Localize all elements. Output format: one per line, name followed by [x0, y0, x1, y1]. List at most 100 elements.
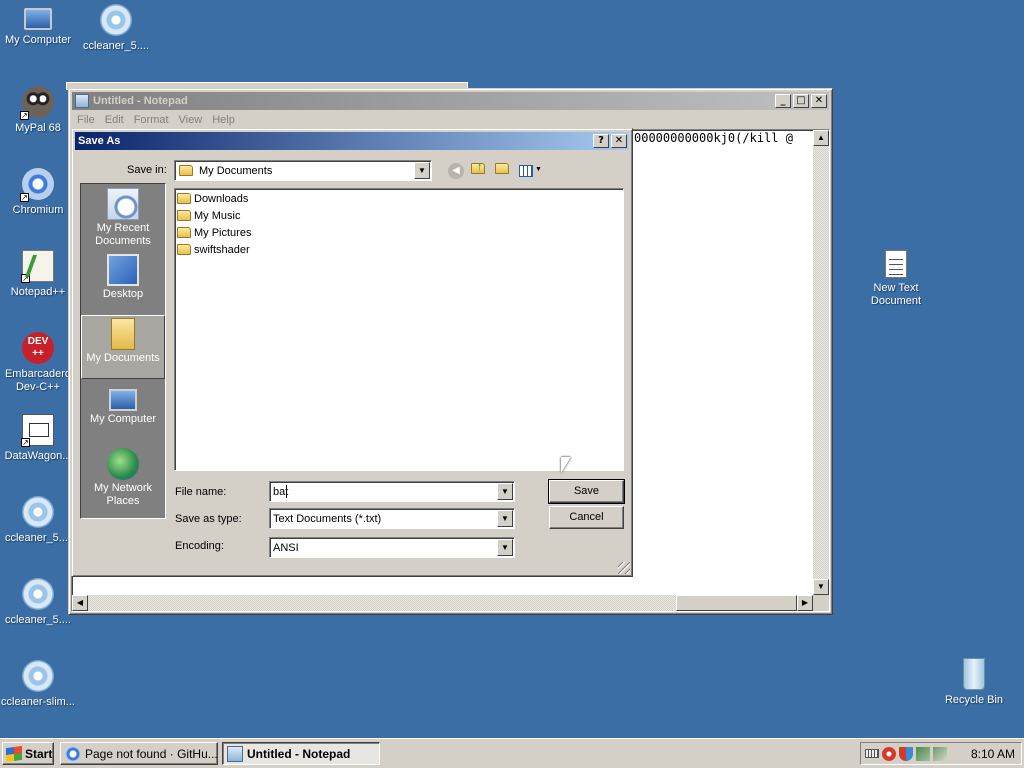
my-documents-icon: [111, 318, 135, 350]
file-name-field[interactable]: bat ▼: [269, 481, 515, 502]
encoding-dropdown[interactable]: ANSI ▼: [269, 537, 515, 558]
folder-icon: [179, 165, 193, 176]
chevron-down-icon: ▼: [535, 166, 542, 173]
chevron-down-icon[interactable]: ▼: [497, 539, 513, 556]
notepad-titlebar[interactable]: Untitled - Notepad _ □ ✕: [72, 92, 829, 110]
start-button[interactable]: Start: [2, 742, 54, 765]
desktop-icon-ccleaner-2[interactable]: ccleaner_5....: [0, 496, 76, 545]
scroll-right-button[interactable]: ▶: [797, 595, 813, 611]
ccleaner-tray-icon[interactable]: [882, 746, 896, 761]
resize-grip-icon[interactable]: [618, 562, 630, 574]
disc-installer-icon: [22, 660, 54, 692]
menu-format[interactable]: Format: [130, 114, 175, 126]
desktop-icon-datawagon[interactable]: ↗ DataWagon...: [0, 414, 76, 463]
menu-file[interactable]: File: [73, 114, 101, 126]
up-arrow-icon: ↑: [477, 161, 483, 173]
up-one-level-button[interactable]: ↑: [471, 161, 489, 179]
pictures-folder-icon: [177, 227, 191, 238]
menu-help[interactable]: Help: [208, 114, 241, 126]
network-icon[interactable]: [916, 746, 930, 761]
save-as-titlebar[interactable]: Save As ? ✕: [75, 132, 629, 150]
taskbar: Start Page not found · GitHu... Untitled…: [0, 738, 1024, 768]
view-menu-button[interactable]: ▼: [519, 163, 543, 179]
place-label: Desktop: [102, 288, 144, 300]
chevron-down-icon[interactable]: ▼: [497, 510, 513, 527]
desktop-icon-new-text-document[interactable]: New Text Document: [858, 250, 934, 308]
place-my-documents[interactable]: My Documents: [81, 315, 165, 379]
file-list[interactable]: Downloads My Music My Pictures swiftshad…: [174, 188, 624, 471]
save-as-type-label: Save as type:: [175, 513, 242, 525]
desktop-icon-chromium[interactable]: ↗ Chromium: [0, 168, 76, 217]
help-button[interactable]: ?: [593, 134, 609, 148]
new-folder-button[interactable]: [495, 163, 513, 179]
place-recent-documents[interactable]: My Recent Documents: [81, 188, 165, 250]
horizontal-scrollbar[interactable]: ◀ ▶: [72, 595, 813, 611]
taskbar-item-notepad[interactable]: Untitled - Notepad: [222, 742, 380, 765]
computer-icon: [24, 8, 52, 30]
desktop-icon-my-computer[interactable]: My Computer: [0, 4, 76, 47]
desktop-icon-label: My Computer: [4, 34, 72, 46]
desktop-icon-label: Chromium: [12, 204, 64, 216]
network-places-icon: [107, 448, 139, 480]
folder-icon: [177, 244, 191, 255]
chromium-icon: ↗: [20, 168, 54, 202]
back-button[interactable]: ◀: [448, 163, 464, 179]
text-caret: [286, 485, 287, 498]
save-in-dropdown[interactable]: My Documents ▼: [174, 160, 432, 181]
dialog-close-button[interactable]: ✕: [611, 134, 627, 148]
size-grip[interactable]: [813, 595, 829, 611]
place-network-places[interactable]: My Network Places: [81, 448, 165, 510]
clock[interactable]: 8:10 AM: [971, 747, 1015, 761]
desktop-icon-label: MyPal 68: [15, 122, 61, 134]
taskbar-item-chromium[interactable]: Page not found · GitHu...: [60, 742, 218, 765]
horizontal-scroll-thumb[interactable]: [676, 595, 797, 611]
desktop-icon-label: New Text Document: [870, 282, 922, 307]
keyboard-icon[interactable]: [865, 749, 879, 758]
list-item-my-music[interactable]: My Music: [175, 208, 623, 225]
chevron-down-icon[interactable]: ▼: [414, 162, 430, 179]
vertical-scrollbar[interactable]: ▲ ▼: [813, 130, 829, 595]
shortcut-arrow-icon: ↗: [20, 111, 29, 120]
place-label: My Recent Documents: [95, 222, 151, 247]
desktop-icon-recycle-bin[interactable]: Recycle Bin: [936, 658, 1012, 707]
file-name-value: bat: [273, 485, 289, 498]
shortcut-arrow-icon: ↗: [21, 274, 30, 283]
view-grid-icon: [519, 165, 533, 177]
desktop-icon: [107, 254, 139, 286]
security-shield-icon[interactable]: [899, 746, 913, 761]
desktop-icon-mypal[interactable]: ↗ MyPal 68: [0, 86, 76, 135]
save-as-type-dropdown[interactable]: Text Documents (*.txt) ▼: [269, 508, 515, 529]
place-label: My Documents: [86, 352, 160, 364]
scroll-left-button[interactable]: ◀: [72, 595, 88, 611]
shortcut-arrow-icon: ↗: [21, 438, 30, 447]
desktop-icon-devcpp[interactable]: DEV ++ Embarcadero Dev-C++: [0, 332, 76, 394]
chromium-icon: [65, 745, 81, 762]
desktop-icon-ccleaner-1[interactable]: ccleaner_5....: [78, 4, 154, 53]
desktop-icon-label: Notepad++: [10, 286, 66, 298]
minimize-button[interactable]: _: [775, 94, 791, 108]
taskbar-item-label: Untitled - Notepad: [247, 746, 351, 761]
place-desktop[interactable]: Desktop: [81, 254, 165, 312]
menu-view[interactable]: View: [175, 114, 209, 126]
list-item-swiftshader[interactable]: swiftshader: [175, 242, 623, 259]
chevron-down-icon[interactable]: ▼: [497, 483, 513, 500]
close-button[interactable]: ✕: [811, 94, 827, 108]
menu-edit[interactable]: Edit: [101, 114, 130, 126]
scroll-up-button[interactable]: ▲: [813, 130, 829, 146]
folder-icon: [177, 193, 191, 204]
save-button[interactable]: Save: [548, 479, 625, 504]
desktop-icon-ccleaner-3[interactable]: ccleaner_5....: [0, 578, 76, 627]
volume-icon[interactable]: [933, 746, 947, 761]
desktop-icon-label: ccleaner-slim...: [1, 696, 75, 708]
list-item-downloads[interactable]: Downloads: [175, 191, 623, 208]
cancel-button[interactable]: Cancel: [549, 506, 624, 529]
maximize-button[interactable]: □: [793, 94, 809, 108]
notepad-title: Untitled - Notepad: [93, 95, 188, 107]
mypal-icon: ↗: [20, 86, 54, 120]
datawagon-icon: ↗: [21, 414, 54, 447]
scroll-down-button[interactable]: ▼: [813, 579, 829, 595]
desktop-icon-notepadpp[interactable]: ↗ Notepad++: [0, 250, 76, 299]
place-my-computer[interactable]: My Computer: [81, 383, 165, 441]
list-item-my-pictures[interactable]: My Pictures: [175, 225, 623, 242]
desktop-icon-ccleaner-slim[interactable]: ccleaner-slim...: [0, 660, 76, 709]
